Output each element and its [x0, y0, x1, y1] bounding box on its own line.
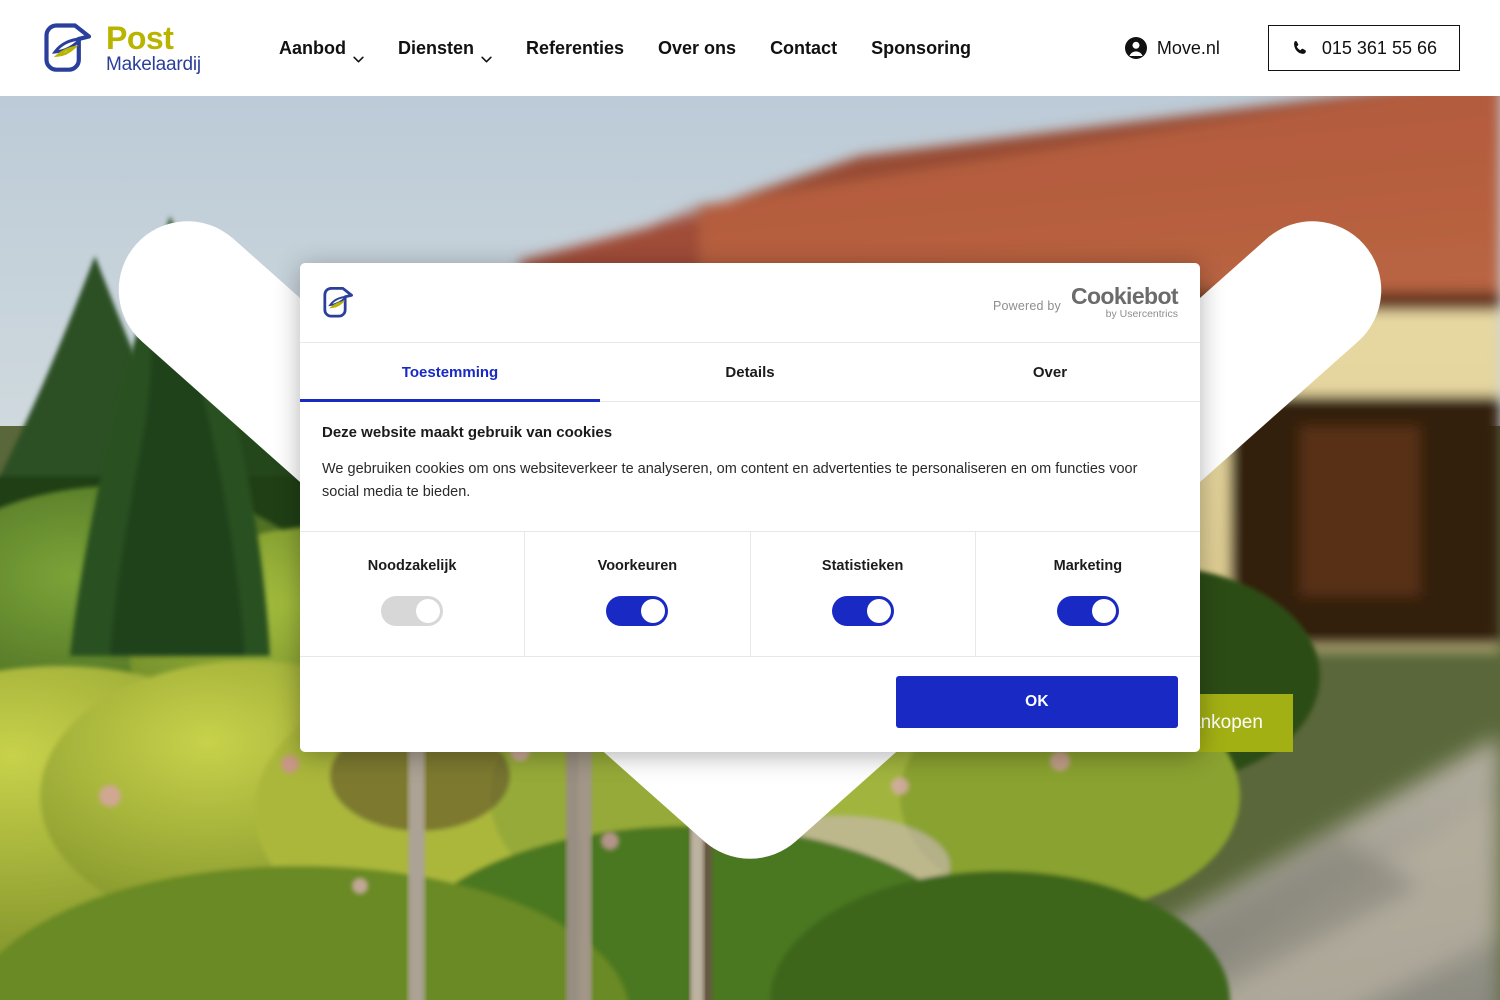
tab-toestemming[interactable]: Toestemming: [300, 343, 600, 402]
cookie-dialog-header: Powered by Cookiebot by Usercentrics: [300, 263, 1200, 343]
logo-word-post: Post: [106, 20, 174, 56]
nav-item-sponsoring[interactable]: Sponsoring: [871, 38, 971, 59]
category-label: Voorkeuren: [597, 557, 678, 574]
move-nl-account-link[interactable]: Move.nl: [1124, 36, 1220, 60]
toggle-noodzakelijk: [381, 595, 444, 626]
cookiebot-logo: Cookiebot by Usercentrics: [1070, 283, 1179, 321]
nav-item-diensten[interactable]: Diensten: [397, 37, 492, 62]
category-voorkeuren: Voorkeuren: [525, 531, 751, 656]
site-logo[interactable]: Post Makelaardij: [42, 22, 201, 74]
post-leaf-logo-icon: [322, 286, 356, 319]
tab-over[interactable]: Over: [900, 343, 1200, 401]
powered-by-cookiebot[interactable]: Powered by Cookiebot by Usercentrics: [992, 283, 1179, 321]
nav-item-aanbod[interactable]: Aanbod: [278, 37, 364, 62]
toggle-voorkeuren[interactable]: [606, 595, 669, 626]
category-label: Marketing: [1053, 557, 1123, 574]
cookie-dialog-footer: OK: [300, 657, 1200, 752]
main-navigation: Aanbod Diensten Referenties Over ons Con…: [278, 37, 971, 62]
user-avatar-icon: [1124, 36, 1148, 60]
cookie-dialog-description: We gebruiken cookies om ons websiteverke…: [322, 461, 1138, 500]
category-noodzakelijk: Noodzakelijk: [300, 531, 526, 656]
phone-button[interactable]: 015 361 55 66: [1267, 25, 1460, 71]
toggle-knob: [1091, 598, 1116, 623]
move-nl-label: Move.nl: [1156, 37, 1220, 58]
cookie-categories: Noodzakelijk Voorkeuren Statistieken Mar…: [300, 531, 1200, 657]
chevron-down-icon: [481, 47, 492, 62]
nav-item-contact[interactable]: Contact: [770, 38, 837, 59]
category-statistieken: Statistieken: [751, 531, 976, 656]
toggle-knob: [641, 598, 666, 623]
cookie-dialog-heading: Deze website maakt gebruik van cookies: [322, 424, 613, 441]
toggle-marketing[interactable]: [1056, 595, 1119, 626]
nav-label: Diensten: [397, 37, 474, 58]
powered-by-label: Powered by: [992, 298, 1061, 313]
category-label: Statistieken: [821, 557, 904, 574]
logo-word-makelaardij: Makelaardij: [106, 54, 201, 75]
cookie-dialog-body: Deze website maakt gebruik van cookies W…: [300, 402, 1200, 532]
nav-item-over-ons[interactable]: Over ons: [658, 38, 736, 59]
header-actions: Move.nl 015 361 55 66: [1124, 25, 1460, 71]
nav-item-referenties[interactable]: Referenties: [526, 38, 624, 59]
cookiebot-subtitle: by Usercentrics: [1105, 308, 1178, 321]
category-label: Noodzakelijk: [367, 557, 457, 574]
phone-icon: [1291, 39, 1309, 57]
chevron-down-icon: [353, 47, 364, 62]
nav-label: Aanbod: [278, 37, 346, 58]
toggle-statistieken[interactable]: [831, 595, 894, 626]
tab-details[interactable]: Details: [600, 343, 900, 401]
post-leaf-logo-icon: [42, 22, 96, 74]
cookie-dialog-tabs: Toestemming Details Over: [300, 343, 1200, 402]
category-marketing: Marketing: [976, 532, 1200, 656]
phone-number-label: 015 361 55 66: [1321, 37, 1437, 58]
cookiebot-name: Cookiebot: [1070, 283, 1179, 310]
ok-button[interactable]: OK: [896, 675, 1178, 728]
site-header: Post Makelaardij Aanbod Diensten Referen…: [0, 0, 1500, 96]
cookie-consent-dialog: Powered by Cookiebot by Usercentrics Toe…: [300, 263, 1200, 752]
logo-wordmark: Post Makelaardij: [106, 22, 201, 74]
toggle-knob: [866, 598, 891, 623]
toggle-knob: [416, 598, 441, 623]
